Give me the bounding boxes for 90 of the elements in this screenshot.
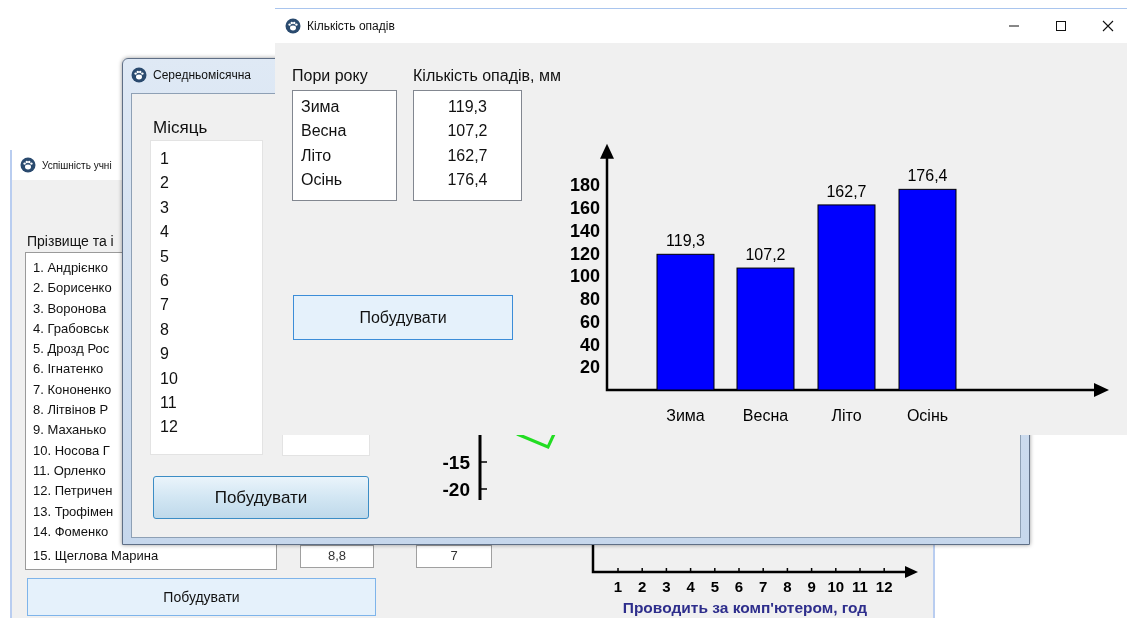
tick-label: 4 (686, 578, 695, 595)
tick-label: 12 (875, 578, 893, 595)
tick-label: 2 (638, 578, 647, 595)
tick-label: 10 (827, 578, 845, 595)
value-label: 119,3 (666, 232, 705, 250)
window-title: Середньомісячна (153, 68, 251, 82)
list-item[interactable]: 1. Андрієнко (26, 258, 108, 279)
list-item[interactable]: Літо (293, 143, 396, 169)
tick-label: 40 (579, 334, 600, 355)
list-item[interactable]: Осінь (293, 168, 396, 193)
category-label: Осінь (906, 407, 949, 424)
category-label: Літо (831, 407, 862, 424)
month-list[interactable]: 1 2 3 4 5 6 7 8 9 10 11 12 (150, 140, 263, 455)
tick-label: 8 (783, 578, 792, 595)
list-item[interactable]: 12. Петричен (26, 481, 113, 502)
season-list[interactable]: Зима Весна Літо Осінь (292, 90, 397, 201)
tick-label: 160 (569, 198, 600, 218)
list-label: Місяць (153, 118, 208, 138)
tick-label: 20 (579, 357, 600, 378)
tick-label: 140 (569, 220, 600, 241)
list-item[interactable]: 2. Борисенко (26, 278, 112, 299)
column-label: Пори року (292, 67, 368, 85)
list-item[interactable]: 4 (151, 220, 262, 245)
list-item[interactable]: 13. Трофімен (26, 501, 114, 522)
list-item[interactable]: 2 (151, 171, 262, 196)
tick-label: -15 (442, 452, 470, 473)
window-title: Кількість опадів (307, 19, 396, 33)
paw-icon (131, 67, 147, 83)
list-item[interactable]: 162,7 (414, 143, 521, 169)
list-item[interactable]: 10. Носова Г (26, 440, 110, 461)
list-item[interactable]: 9. Маханько (26, 420, 107, 441)
build-button[interactable]: Побудувати (27, 578, 376, 616)
list-item[interactable]: 3 (151, 195, 262, 221)
list-item[interactable]: 7. Кононенко (26, 379, 112, 401)
y-axis (478, 432, 488, 500)
tick-label: 7 (759, 578, 768, 595)
list-item[interactable]: 119,3 (414, 95, 521, 120)
list-item[interactable]: 10 (151, 366, 262, 392)
tick-label: 6 (734, 578, 744, 595)
list-item[interactable]: 6. Ігнатенко (26, 359, 104, 380)
tick-label: 180 (569, 175, 600, 196)
list-item[interactable]: 5. Дрозд Рос (26, 339, 110, 360)
list-item[interactable]: 1 (151, 147, 262, 172)
close-icon[interactable] (1102, 20, 1114, 32)
value-field[interactable]: 7 (416, 545, 492, 568)
list-item[interactable]: 15. Щеглова Марина (26, 546, 159, 567)
tick-label: 1 (613, 578, 623, 595)
list-item[interactable]: 11. Орленко (26, 460, 106, 482)
list-item[interactable]: 7 (151, 293, 262, 318)
list-item[interactable]: Зима (293, 95, 396, 120)
tick-label: 3 (662, 578, 671, 595)
list-item[interactable]: 9 (151, 342, 262, 367)
tick-label: 9 (807, 578, 816, 595)
column-label: Кількість опадів, мм (413, 67, 561, 85)
axis-label: Проводить за комп'ютером, год (622, 599, 868, 616)
tick-label: 120 (569, 243, 600, 264)
list-item[interactable]: 8. Літвінов Р (26, 400, 109, 421)
list-item[interactable]: 5 (151, 244, 262, 270)
paw-icon (285, 18, 301, 34)
value-label: 162,7 (826, 182, 867, 200)
tick-label: 80 (579, 289, 600, 309)
value-label: 176,4 (907, 167, 948, 185)
build-button[interactable]: Побудувати (293, 295, 513, 340)
list-item[interactable]: Весна (293, 119, 396, 144)
tick-label: 100 (569, 266, 600, 287)
list-item[interactable]: 11 (151, 391, 262, 416)
list-item[interactable]: 14. Фоменко (26, 521, 109, 543)
student-list[interactable]: 15. Щеглова Марина (25, 545, 277, 570)
category-label: Зима (666, 407, 705, 424)
tick-label: 11 (852, 578, 868, 595)
category-label: Весна (742, 407, 789, 424)
list-item[interactable]: 8 (151, 317, 262, 343)
list-item[interactable]: 12 (151, 415, 262, 440)
student-list[interactable]: 1. Андрієнко 2. Борисенко 3. Воронова 4. Грабовськ 5. Дрозд Рос 6. Ігнатенко 7. Кононенко 8. Літвінов Р 9. Маханько 10. Носова Г 11. Орленко 12. Петричен 13. Трофімен 14. Фоменко (25, 252, 122, 545)
list-item[interactable]: 6 (151, 269, 262, 294)
list-item[interactable]: 4. Грабовськ (26, 318, 109, 340)
maximize-icon[interactable] (1055, 20, 1067, 32)
list-item[interactable]: 107,2 (414, 119, 521, 144)
tick-label: 5 (710, 578, 719, 595)
window-title: Успішність учні (42, 159, 112, 171)
tick-label: -20 (442, 479, 470, 500)
tick-label: 60 (579, 311, 600, 332)
list-item[interactable]: 176,4 (414, 168, 521, 193)
amount-list[interactable]: 119,3 107,2 162,7 176,4 (413, 90, 522, 201)
list-label: Прізвище та і (27, 233, 114, 249)
list-item[interactable]: 3. Воронова (26, 298, 107, 319)
build-button[interactable]: Побудувати (153, 476, 369, 519)
value-label: 107,2 (745, 246, 786, 264)
paw-icon (20, 157, 36, 173)
value-field[interactable]: 8,8 (300, 545, 374, 568)
